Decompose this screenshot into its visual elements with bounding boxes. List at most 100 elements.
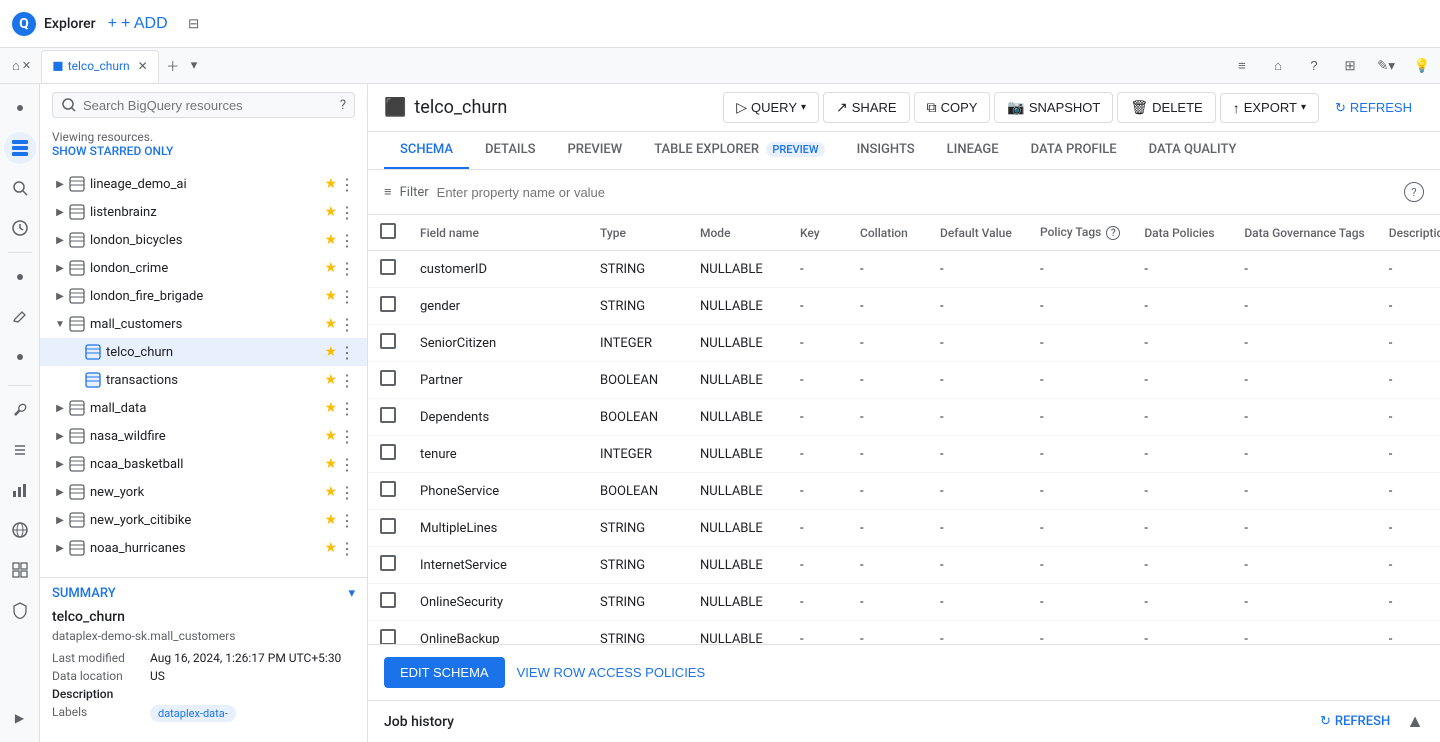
tree-item-london-fire-brigade[interactable]: ▶london_fire_brigade★⋮	[40, 282, 367, 310]
star-icon[interactable]: ★	[324, 176, 337, 192]
tab-close-icon[interactable]: ✕	[138, 59, 148, 73]
rail-icon-compose[interactable]	[4, 301, 36, 333]
more-icon[interactable]: ⋮	[339, 455, 355, 474]
row-checkbox[interactable]	[380, 592, 396, 608]
row-checkbox[interactable]	[380, 444, 396, 460]
tab-data-profile[interactable]: DATA PROFILE	[1015, 132, 1133, 169]
tab-schema[interactable]: SCHEMA	[384, 132, 469, 169]
filter-input[interactable]	[437, 185, 1396, 200]
add-button[interactable]: + + ADD	[100, 11, 176, 37]
snapshot-button[interactable]: 📷 SNAPSHOT	[994, 92, 1113, 123]
more-icon[interactable]: ⋮	[339, 399, 355, 418]
rail-icon-list[interactable]	[4, 434, 36, 466]
summary-header[interactable]: SUMMARY ▾	[52, 586, 355, 601]
tree-item-noaa-hurricanes[interactable]: ▶noaa_hurricanes★⋮	[40, 534, 367, 562]
job-history-collapse-icon[interactable]: ▲	[1406, 711, 1424, 732]
show-starred-link[interactable]: SHOW STARRED ONLY	[52, 144, 173, 158]
tree-item-mall-customers[interactable]: ▼mall_customers★⋮	[40, 310, 367, 338]
tab-insights[interactable]: INSIGHTS	[841, 132, 931, 169]
tree-item-transactions[interactable]: transactions★⋮	[40, 366, 367, 394]
home-icon-btn[interactable]: ⌂	[1264, 52, 1292, 80]
rail-icon-explorer[interactable]	[4, 132, 36, 164]
rail-icon-1[interactable]	[4, 92, 36, 124]
export-button[interactable]: ↑ EXPORT ▾	[1220, 93, 1319, 123]
more-icon[interactable]: ⋮	[339, 259, 355, 278]
edit-icon[interactable]: ✎▾	[1372, 52, 1400, 80]
star-icon[interactable]: ★	[324, 288, 337, 304]
search-box[interactable]: ?	[52, 92, 355, 118]
rail-icon-globe[interactable]	[4, 514, 36, 546]
row-checkbox[interactable]	[380, 555, 396, 571]
row-checkbox[interactable]	[380, 518, 396, 534]
tree-item-nasa-wildfire[interactable]: ▶nasa_wildfire★⋮	[40, 422, 367, 450]
tree-item-london-bicycles[interactable]: ▶london_bicycles★⋮	[40, 226, 367, 254]
row-checkbox[interactable]	[380, 629, 396, 644]
rail-icon-dot3[interactable]	[4, 341, 36, 373]
copy-button[interactable]: ⧉ COPY	[914, 92, 991, 123]
share-button[interactable]: ↗ SHARE	[823, 92, 910, 123]
edit-schema-button[interactable]: EDIT SCHEMA	[384, 657, 505, 688]
star-icon[interactable]: ★	[324, 484, 337, 500]
tab-data-quality[interactable]: DATA QUALITY	[1133, 132, 1253, 169]
select-all-checkbox[interactable]	[380, 223, 396, 239]
bulb-icon[interactable]: 💡	[1408, 52, 1436, 80]
rail-icon-shield[interactable]	[4, 594, 36, 626]
tab-telco-churn[interactable]: ◼ telco_churn ✕	[41, 50, 159, 82]
more-icon[interactable]: ⋮	[339, 287, 355, 306]
filter-help-icon[interactable]: ?	[1404, 182, 1424, 202]
job-refresh-button[interactable]: ↻ REFRESH	[1320, 714, 1390, 729]
tree-item-telco-churn[interactable]: telco_churn★⋮	[40, 338, 367, 366]
row-checkbox[interactable]	[380, 481, 396, 497]
home-tab[interactable]: ⌂ ✕	[4, 58, 39, 74]
rail-icon-wrench[interactable]	[4, 394, 36, 426]
policy-help-icon[interactable]: ?	[1106, 226, 1120, 240]
rail-icon-dot2[interactable]	[4, 261, 36, 293]
star-icon[interactable]: ★	[324, 512, 337, 528]
collapse-sidebar-button[interactable]: ⊟	[180, 10, 208, 38]
rail-icon-search[interactable]	[4, 172, 36, 204]
search-input[interactable]	[83, 98, 334, 113]
more-icon[interactable]: ⋮	[339, 511, 355, 530]
more-icon[interactable]: ⋮	[339, 427, 355, 446]
rail-icon-chart[interactable]	[4, 474, 36, 506]
refresh-button[interactable]: ↻ REFRESH	[1323, 94, 1424, 122]
more-icon[interactable]: ⋮	[339, 203, 355, 222]
more-icon[interactable]: ⋮	[339, 175, 355, 194]
more-icon[interactable]: ⋮	[339, 315, 355, 334]
star-icon[interactable]: ★	[324, 344, 337, 360]
tab-details[interactable]: DETAILS	[469, 132, 551, 169]
home-close-icon[interactable]: ✕	[22, 59, 31, 72]
grid-icon[interactable]: ⊞	[1336, 52, 1364, 80]
tree-item-mall-data[interactable]: ▶mall_data★⋮	[40, 394, 367, 422]
tree-item-ncaa-basketball[interactable]: ▶ncaa_basketball★⋮	[40, 450, 367, 478]
rail-icon-grid2[interactable]	[4, 554, 36, 586]
tree-item-london-crime[interactable]: ▶london_crime★⋮	[40, 254, 367, 282]
rail-icon-history[interactable]	[4, 212, 36, 244]
row-checkbox[interactable]	[380, 370, 396, 386]
delete-button[interactable]: 🗑 DELETE	[1117, 92, 1215, 123]
row-checkbox[interactable]	[380, 296, 396, 312]
more-icon[interactable]: ⋮	[339, 343, 355, 362]
query-button[interactable]: ▷ QUERY ▾	[723, 92, 819, 123]
tree-item-new-york-citibike[interactable]: ▶new_york_citibike★⋮	[40, 506, 367, 534]
tree-item-lineage-demo-ai[interactable]: ▶lineage_demo_ai★⋮	[40, 170, 367, 198]
more-icon[interactable]: ⋮	[339, 231, 355, 250]
help-icon[interactable]: ?	[1300, 52, 1328, 80]
rail-icon-expand[interactable]: ▶	[4, 702, 36, 734]
logo-button[interactable]: Q	[8, 8, 40, 40]
more-icon[interactable]: ⋮	[339, 371, 355, 390]
star-icon[interactable]: ★	[324, 372, 337, 388]
more-icon[interactable]: ⋮	[339, 539, 355, 558]
star-icon[interactable]: ★	[324, 400, 337, 416]
view-row-policies-button[interactable]: VIEW ROW ACCESS POLICIES	[517, 665, 706, 680]
star-icon[interactable]: ★	[324, 232, 337, 248]
row-checkbox[interactable]	[380, 407, 396, 423]
star-icon[interactable]: ★	[324, 428, 337, 444]
star-icon[interactable]: ★	[324, 456, 337, 472]
star-icon[interactable]: ★	[324, 540, 337, 556]
menu-icon[interactable]: ≡	[1228, 52, 1256, 80]
add-tab-button[interactable]: ＋	[161, 54, 185, 78]
row-checkbox[interactable]	[380, 259, 396, 275]
star-icon[interactable]: ★	[324, 260, 337, 276]
tab-lineage[interactable]: LINEAGE	[931, 132, 1015, 169]
